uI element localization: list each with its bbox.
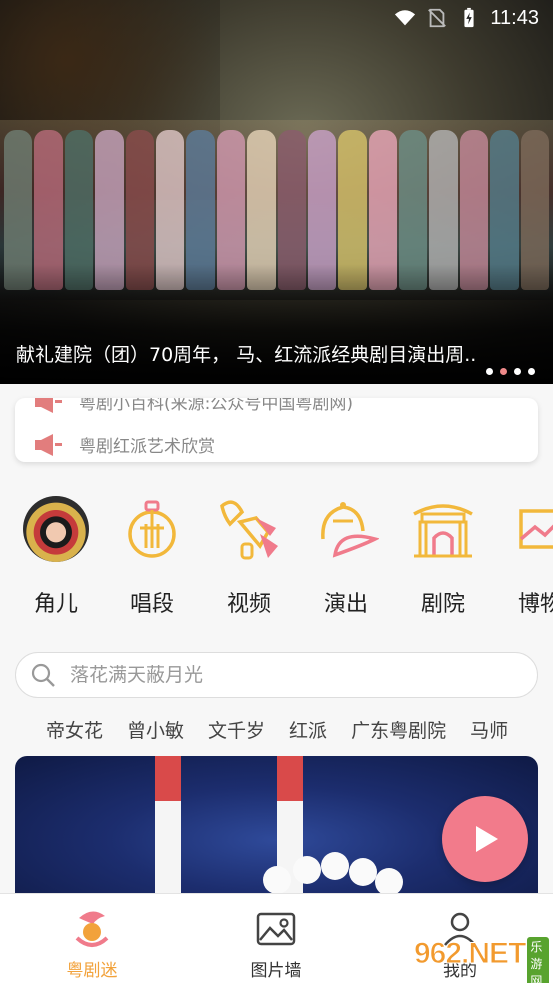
category-changduan[interactable]: 唱段: [112, 494, 192, 618]
video-thumbnail-flag: [155, 756, 181, 896]
search-bar[interactable]: [15, 652, 538, 698]
category-shipin[interactable]: 视频: [209, 494, 289, 618]
category-label: 角儿: [33, 592, 78, 617]
status-time: 11:43: [490, 6, 539, 29]
notice-text: 粤剧红派艺术欣赏: [79, 437, 215, 457]
notice-ticker[interactable]: 粤剧小百科(来源:公众号中国粤剧网) 粤剧红派艺术欣赏: [15, 398, 538, 462]
megaphone-icon: [35, 433, 62, 456]
video-thumbnail-ornament: [375, 868, 403, 896]
site-watermark: 962.NET 乐游网: [413, 930, 549, 983]
carousel-dot[interactable]: [486, 368, 493, 375]
category-row: 角儿 唱段 视频 演出 剧院 博物: [0, 494, 553, 624]
category-bowu[interactable]: 博物: [500, 494, 553, 618]
watermark-logo: 962.NET: [413, 937, 526, 971]
opera-actor-avatar: [23, 496, 89, 562]
nav-yuejumi[interactable]: 粤剧迷: [37, 908, 147, 981]
video-thumbnail-ornament: [349, 858, 377, 886]
nav-picture-wall[interactable]: 图片墙: [221, 908, 331, 981]
tag-item[interactable]: 广东粤剧院: [351, 716, 446, 743]
picture-icon: [256, 912, 296, 946]
category-label: 唱段: [129, 592, 174, 617]
category-label: 视频: [226, 592, 271, 617]
megaphone-icon: [35, 398, 62, 413]
tag-item[interactable]: 帝女花: [46, 716, 103, 743]
tag-item[interactable]: 红派: [289, 716, 327, 743]
notice-text: 粤剧小百科(来源:公众号中国粤剧网): [79, 398, 353, 414]
wifi-icon: [395, 10, 416, 26]
banner-title[interactable]: 献礼建院（团）70周年， 马、红流派经典剧目演出周..: [16, 340, 476, 367]
carousel-dot[interactable]: [514, 368, 521, 375]
carousel-dot-active[interactable]: [500, 368, 507, 375]
nav-label: 粤剧迷: [66, 961, 118, 981]
video-thumbnail-ornament: [321, 852, 349, 880]
notice-item[interactable]: 粤剧红派艺术欣赏: [33, 432, 215, 457]
watermark-sub: 乐游网: [527, 936, 549, 983]
banner-carousel[interactable]: 11:43 献礼建院（团）70周年， 马、红流派经典剧目演出周..: [0, 0, 553, 384]
search-icon: [31, 663, 55, 687]
category-juyuan[interactable]: 剧院: [403, 494, 483, 618]
opera-fan-icon: [75, 911, 109, 947]
tag-item[interactable]: 文千岁: [208, 716, 265, 743]
no-sim-icon: [428, 8, 447, 28]
play-icon: [476, 826, 498, 852]
category-label: 剧院: [420, 592, 465, 617]
nav-label: 图片墙: [250, 961, 302, 981]
museum-scroll-icon: [519, 509, 553, 549]
theater-icon: [413, 504, 473, 558]
category-yanchu[interactable]: 演出: [306, 494, 386, 618]
lute-icon: [128, 500, 176, 558]
category-jueer[interactable]: 角儿: [16, 494, 96, 618]
tag-item[interactable]: 曾小敏: [127, 716, 184, 743]
play-button[interactable]: [442, 796, 528, 882]
carousel-dot[interactable]: [528, 368, 535, 375]
video-thumbnail-ornament: [263, 866, 291, 894]
video-thumbnail-ornament: [293, 856, 321, 884]
category-label: 演出: [323, 592, 368, 617]
carousel-dots: [486, 368, 535, 375]
notice-item[interactable]: 粤剧小百科(来源:公众号中国粤剧网): [33, 398, 353, 414]
fan-hat-icon: [321, 502, 379, 558]
fan-sleeve-icon: [220, 500, 278, 560]
hot-tags: 帝女花 曾小敏 文千岁 红派 广东粤剧院 马师: [46, 716, 508, 743]
status-bar: 11:43: [0, 0, 553, 36]
search-input[interactable]: [70, 664, 490, 686]
battery-charging-icon: [464, 7, 475, 28]
category-label: 博物: [517, 592, 553, 617]
tag-item[interactable]: 马师: [470, 716, 508, 743]
